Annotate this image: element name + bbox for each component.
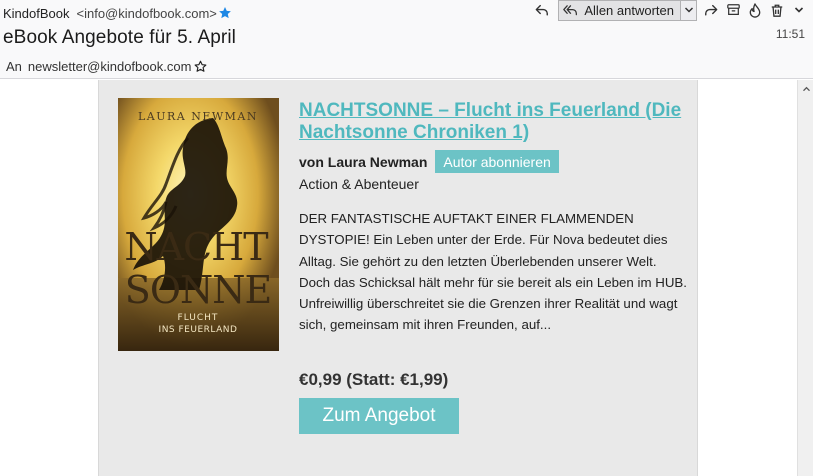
- junk-icon: [749, 2, 761, 18]
- star-outline-icon[interactable]: [194, 60, 207, 73]
- reply-all-icon: [563, 5, 578, 16]
- junk-button[interactable]: [745, 0, 765, 20]
- chevron-down-icon: [684, 7, 693, 13]
- forward-button[interactable]: [701, 0, 721, 20]
- offer-button[interactable]: Zum Angebot: [299, 398, 459, 434]
- book-cover-art: LAURA NEWMAN NACHT SONNE FLUCHT INS FEUE…: [118, 98, 279, 351]
- reply-button[interactable]: [532, 0, 552, 20]
- more-button[interactable]: [789, 0, 809, 20]
- forward-icon: [705, 4, 718, 16]
- cover-subtitle-2: INS FEUERLAND: [159, 325, 238, 335]
- book-description: DER FANTASTISCHE AUFTAKT EINER FLAMMENDE…: [299, 211, 687, 333]
- archive-icon: [726, 4, 740, 15]
- delete-button[interactable]: [767, 0, 787, 20]
- sender-email[interactable]: <info@kindofbook.com>: [77, 6, 217, 21]
- star-icon[interactable]: [218, 6, 232, 20]
- reply-icon: [535, 4, 549, 16]
- delete-icon: [771, 4, 783, 17]
- message-body: LAURA NEWMAN NACHT SONNE FLUCHT INS FEUE…: [0, 80, 797, 476]
- sender-name[interactable]: KindofBook: [3, 6, 70, 21]
- cover-title-1: NACHT: [124, 225, 268, 269]
- message-header: KindofBook <info@kindofbook.com> eBook A…: [0, 0, 813, 79]
- book-genre: Action & Abenteuer: [299, 176, 419, 192]
- to-row: An newsletter@kindofbook.com: [6, 58, 207, 74]
- book-cover-image[interactable]: LAURA NEWMAN NACHT SONNE FLUCHT INS FEUE…: [118, 98, 279, 351]
- reply-all-button[interactable]: Allen antworten: [558, 0, 697, 21]
- book-title-link[interactable]: NACHTSONNE – Flucht ins Feuerland (Die N…: [299, 100, 684, 144]
- author-row: von Laura Newman Autor abonnieren: [299, 150, 559, 173]
- recipient-email[interactable]: newsletter@kindofbook.com: [28, 59, 192, 74]
- to-label: An: [6, 58, 22, 74]
- book-card: LAURA NEWMAN NACHT SONNE FLUCHT INS FEUE…: [98, 80, 698, 476]
- from-row: KindofBook <info@kindofbook.com>: [3, 4, 232, 22]
- subscribe-author-button[interactable]: Autor abonnieren: [435, 150, 559, 173]
- reply-all-main[interactable]: Allen antworten: [559, 1, 680, 20]
- message-toolbar: Allen antworten: [530, 0, 809, 21]
- reply-all-label: Allen antworten: [584, 2, 674, 18]
- book-price: €0,99 (Statt: €1,99): [299, 370, 449, 389]
- more-icon: [794, 7, 804, 13]
- cover-title-2: SONNE: [125, 268, 271, 312]
- reply-all-dropdown[interactable]: [680, 0, 696, 20]
- vertical-scrollbar[interactable]: [797, 80, 813, 476]
- cover-subtitle-1: FLUCHT: [178, 313, 219, 323]
- chevron-up-icon: [802, 86, 810, 92]
- scroll-up-button[interactable]: [798, 82, 813, 96]
- cover-author: LAURA NEWMAN: [138, 110, 258, 123]
- message-subject: eBook Angebote für 5. April: [3, 27, 236, 48]
- archive-button[interactable]: [723, 0, 743, 20]
- message-time: 11:51: [775, 27, 805, 41]
- book-author: von Laura Newman: [299, 153, 428, 170]
